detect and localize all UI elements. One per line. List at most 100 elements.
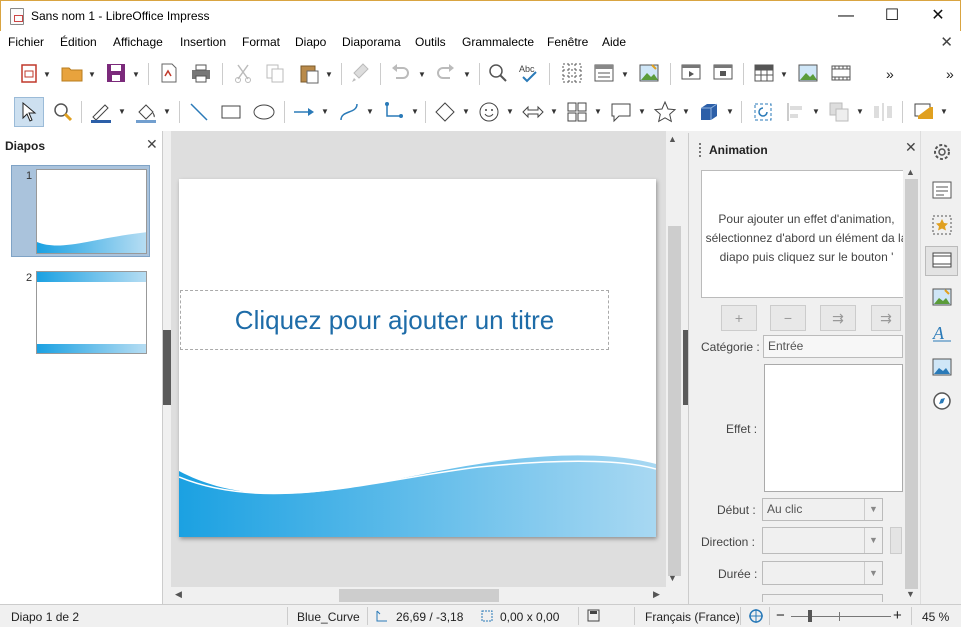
chevron-down-icon[interactable]: ▼: [682, 107, 690, 116]
block-arrows-icon[interactable]: [521, 100, 545, 124]
menu-fichier[interactable]: Fichier: [8, 35, 44, 49]
language-indicator[interactable]: Français (France): [645, 610, 740, 624]
new-document-icon[interactable]: [18, 61, 42, 85]
scroll-up-icon[interactable]: ▲: [906, 167, 915, 177]
fontwork-icon[interactable]: A: [931, 321, 953, 343]
slide-canvas[interactable]: [179, 179, 656, 537]
scroll-left-icon[interactable]: ◀: [175, 589, 182, 600]
export-pdf-icon[interactable]: [157, 61, 181, 85]
toolbar-overflow-button[interactable]: »: [886, 66, 894, 82]
callout-icon[interactable]: [609, 100, 633, 124]
3d-objects-icon[interactable]: [697, 100, 721, 124]
print-icon[interactable]: [189, 61, 213, 85]
chevron-down-icon[interactable]: ▼: [163, 107, 171, 116]
chevron-down-icon[interactable]: ▼: [88, 70, 96, 79]
start-from-first-slide-icon[interactable]: [679, 61, 703, 85]
animation-film-icon[interactable]: [931, 249, 953, 271]
grid-icon[interactable]: [560, 61, 584, 85]
panel-grip-icon[interactable]: [699, 143, 702, 157]
menu-grammalecte[interactable]: Grammalecte: [462, 35, 534, 49]
menu-aide[interactable]: Aide: [602, 35, 626, 49]
chevron-down-icon[interactable]: ▼: [594, 107, 602, 116]
menu-edition[interactable]: Édition: [60, 35, 97, 49]
rectangle-tool-icon[interactable]: [219, 100, 243, 124]
arrange-icon[interactable]: [827, 100, 851, 124]
chevron-down-icon[interactable]: ▼: [118, 107, 126, 116]
star-shapes-icon[interactable]: [653, 100, 677, 124]
chevron-down-icon[interactable]: ▼: [856, 107, 864, 116]
move-up-button[interactable]: ⇉: [820, 305, 856, 331]
scroll-up-icon[interactable]: ▲: [668, 134, 677, 144]
title-placeholder-text[interactable]: Cliquez pour ajouter un titre: [180, 305, 609, 336]
zoom-out-button[interactable]: −: [776, 607, 785, 624]
chevron-down-icon[interactable]: ▼: [321, 107, 329, 116]
close-document-button[interactable]: ✕: [940, 33, 953, 51]
zoom-slider-thumb[interactable]: [808, 610, 812, 622]
shadow-icon[interactable]: [912, 100, 936, 124]
chevron-down-icon[interactable]: ▼: [550, 107, 558, 116]
animation-panel-scrollbar[interactable]: ▲ ▼: [903, 165, 920, 602]
horizontal-scrollbar[interactable]: ◀ ▶: [171, 587, 666, 604]
line-tool-icon[interactable]: [187, 100, 211, 124]
chevron-down-icon[interactable]: ▼: [621, 70, 629, 79]
chevron-down-icon[interactable]: ▼: [132, 70, 140, 79]
minimize-button[interactable]: —: [823, 1, 869, 31]
rotate-icon[interactable]: [751, 100, 775, 124]
chevron-down-icon[interactable]: ▼: [325, 70, 333, 79]
slide-transition-icon[interactable]: [931, 286, 953, 308]
line-color-icon[interactable]: [89, 100, 113, 124]
chevron-down-icon[interactable]: ▼: [418, 70, 426, 79]
cut-icon[interactable]: [231, 61, 255, 85]
category-select[interactable]: Entrée: [763, 335, 903, 358]
maximize-button[interactable]: ☐: [869, 1, 915, 31]
basic-shapes-icon[interactable]: [433, 100, 457, 124]
properties-icon[interactable]: [931, 179, 953, 201]
menu-insertion[interactable]: Insertion: [180, 35, 226, 49]
slides-panel-splitter[interactable]: [163, 330, 171, 405]
fit-slide-icon[interactable]: [748, 608, 764, 624]
clone-formatting-icon[interactable]: [349, 61, 373, 85]
open-folder-icon[interactable]: [60, 61, 84, 85]
curve-tool-icon[interactable]: [337, 100, 361, 124]
menu-outils[interactable]: Outils: [415, 35, 446, 49]
chevron-down-icon[interactable]: ▼: [638, 107, 646, 116]
image-options-icon[interactable]: [637, 61, 661, 85]
scroll-right-icon[interactable]: ▶: [653, 589, 660, 600]
chevron-down-icon[interactable]: ▼: [462, 107, 470, 116]
chevron-down-icon[interactable]: ▼: [43, 70, 51, 79]
chevron-down-icon[interactable]: ▼: [366, 107, 374, 116]
menu-diapo[interactable]: Diapo: [295, 35, 326, 49]
align-objects-icon[interactable]: [784, 100, 808, 124]
save-icon[interactable]: [104, 61, 128, 85]
undo-icon[interactable]: [388, 61, 412, 85]
chevron-down-icon[interactable]: ▼: [812, 107, 820, 116]
fill-color-icon[interactable]: [134, 100, 158, 124]
display-views-icon[interactable]: [592, 61, 616, 85]
close-button[interactable]: ✕: [915, 1, 961, 31]
flowchart-icon[interactable]: [565, 100, 589, 124]
styles-icon[interactable]: [931, 214, 953, 236]
effect-list[interactable]: [764, 364, 903, 492]
ellipse-tool-icon[interactable]: [252, 100, 276, 124]
remove-effect-button[interactable]: −: [770, 305, 806, 331]
start-select[interactable]: Au clic ▼: [762, 498, 883, 521]
connector-tool-icon[interactable]: [382, 100, 406, 124]
insert-table-icon[interactable]: [752, 61, 776, 85]
duration-select[interactable]: ▼: [762, 561, 883, 585]
distribute-icon[interactable]: [871, 100, 895, 124]
direction-options-button[interactable]: [890, 527, 902, 554]
gear-icon[interactable]: [931, 141, 953, 163]
direction-select[interactable]: ▼: [762, 527, 883, 554]
insert-image-icon[interactable]: [796, 61, 820, 85]
zoom-slider-track[interactable]: [791, 616, 891, 617]
scroll-down-icon[interactable]: ▼: [668, 573, 677, 583]
slides-panel-close-button[interactable]: ✕: [146, 136, 158, 153]
navigator-compass-icon[interactable]: [931, 390, 953, 412]
master-slide-name[interactable]: Blue_Curve: [297, 610, 360, 624]
scrollbar-thumb[interactable]: [668, 226, 681, 576]
menu-fenetre[interactable]: Fenêtre: [547, 35, 588, 49]
document-modified-icon[interactable]: [587, 609, 600, 622]
zoom-percentage[interactable]: 45 %: [922, 610, 949, 624]
vertical-scrollbar[interactable]: ▲ ▼: [666, 131, 683, 587]
slide-thumbnail-2[interactable]: [36, 271, 147, 354]
